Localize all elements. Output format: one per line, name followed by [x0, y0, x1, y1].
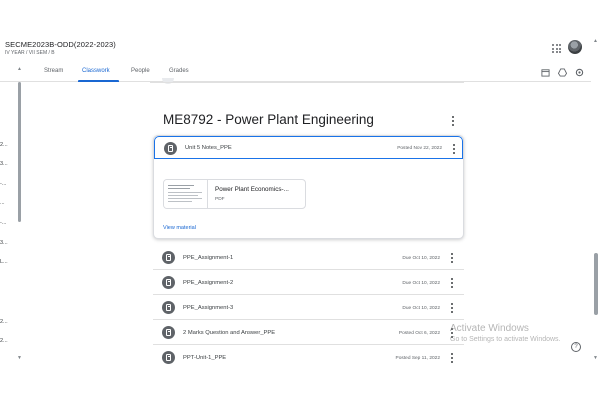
item-title: PPE_Assignment-2 — [183, 280, 234, 286]
drive-icon[interactable] — [558, 68, 567, 77]
class-title[interactable]: SECME2023B-ODD(2022-2023) — [5, 40, 116, 49]
sidebar-item[interactable]: ... — [0, 200, 5, 206]
tab-people[interactable]: People — [131, 68, 150, 74]
item-more-icon[interactable] — [449, 303, 455, 313]
class-subtitle: IV YEAR / VII SEM / B — [5, 50, 55, 56]
assignment-icon — [162, 276, 175, 289]
item-more-icon[interactable] — [449, 253, 455, 263]
material-header[interactable]: Unit 5 Notes_PPE Posted Nov 22, 2022 — [154, 136, 463, 159]
expanded-material-card: Unit 5 Notes_PPE Posted Nov 22, 2022 Pow… — [153, 135, 464, 239]
item-title: PPE_Assignment-3 — [183, 305, 234, 311]
avatar[interactable] — [568, 40, 582, 54]
item-date: Due Oct 10, 2022 — [402, 256, 440, 261]
classroom-page: SECME2023B-ODD(2022-2023) IV YEAR / VII … — [0, 0, 600, 400]
sidebar-item[interactable]: L... — [0, 259, 8, 265]
tab-bar: Stream Classwork People Grades — [0, 64, 600, 82]
item-more-icon[interactable] — [451, 144, 457, 154]
activate-windows-title: Activate Windows — [450, 323, 529, 334]
scroll-up-icon[interactable]: ▲ — [593, 38, 598, 44]
activate-windows-subtitle: Go to Settings to activate Windows. — [450, 336, 561, 343]
item-title: PPE_Assignment-1 — [183, 255, 234, 261]
item-title: Unit 5 Notes_PPE — [185, 145, 232, 151]
tab-stream[interactable]: Stream — [44, 68, 63, 74]
list-item[interactable]: PPT-Unit-1_PPE Posted Sep 11, 2022 — [153, 346, 464, 365]
view-material-link[interactable]: View material — [163, 225, 196, 231]
tab-classwork[interactable]: Classwork — [82, 68, 110, 74]
sidebar-item[interactable]: 2... — [0, 319, 8, 325]
assignment-icon — [162, 251, 175, 264]
list-item[interactable]: PPE_Assignment-1 Due Oct 10, 2022 — [153, 246, 464, 270]
sidebar-item[interactable]: -... — [0, 220, 6, 226]
attachment-type: PDF — [215, 197, 225, 202]
sidebar-scrollbar[interactable] — [18, 82, 21, 222]
sidebar-scroll-up-icon[interactable]: ▲ — [17, 66, 22, 72]
sidebar-item[interactable]: 3... — [0, 161, 8, 167]
help-icon[interactable]: ? — [571, 342, 581, 352]
pdf-thumbnail — [164, 180, 208, 208]
active-tab-indicator — [78, 80, 119, 82]
attachment-card[interactable]: Power Plant Economics-... PDF — [163, 179, 306, 209]
list-item[interactable]: 2 Marks Question and Answer_PPE Posted O… — [153, 321, 464, 345]
settings-icon[interactable] — [575, 68, 584, 77]
main-scrollbar-track[interactable] — [591, 36, 600, 365]
material-icon — [162, 351, 175, 364]
top-blank-band — [0, 0, 600, 36]
assignment-icon — [162, 301, 175, 314]
item-title: 2 Marks Question and Answer_PPE — [183, 330, 276, 336]
apps-grid-icon[interactable] — [552, 44, 561, 53]
previous-item-edge — [162, 78, 174, 84]
sidebar-item[interactable]: -... — [0, 181, 6, 187]
main-scrollbar-thumb[interactable] — [594, 253, 598, 315]
sidebar-item[interactable]: 2... — [0, 142, 8, 148]
calendar-icon[interactable] — [541, 68, 550, 77]
attachment-name: Power Plant Economics-... — [215, 186, 289, 193]
item-more-icon[interactable] — [449, 278, 455, 288]
sidebar-item[interactable]: 2... — [0, 338, 8, 344]
scroll-down-icon[interactable]: ▼ — [593, 355, 598, 361]
item-more-icon[interactable] — [449, 353, 455, 363]
list-item[interactable]: PPE_Assignment-2 Due Oct 10, 2022 — [153, 271, 464, 295]
divider — [150, 82, 464, 83]
item-date: Due Oct 10, 2022 — [402, 281, 440, 286]
item-date: Posted Oct 6, 2022 — [398, 331, 440, 336]
item-date: Due Oct 10, 2022 — [402, 306, 440, 311]
item-title: PPT-Unit-1_PPE — [183, 355, 227, 361]
sidebar-item[interactable]: 3... — [0, 240, 8, 246]
sidebar-scroll-down-icon[interactable]: ▼ — [17, 355, 22, 361]
topic-more-icon[interactable] — [450, 116, 456, 126]
material-icon — [164, 142, 177, 155]
item-date: Posted Sep 11, 2022 — [395, 356, 440, 361]
list-item[interactable]: PPE_Assignment-3 Due Oct 10, 2022 — [153, 296, 464, 320]
topic-title: ME8792 - Power Plant Engineering — [163, 112, 374, 127]
bottom-blank-band — [0, 365, 600, 400]
tab-grades[interactable]: Grades — [169, 68, 189, 74]
material-icon — [162, 326, 175, 339]
item-date: Posted Nov 22, 2022 — [397, 146, 442, 151]
